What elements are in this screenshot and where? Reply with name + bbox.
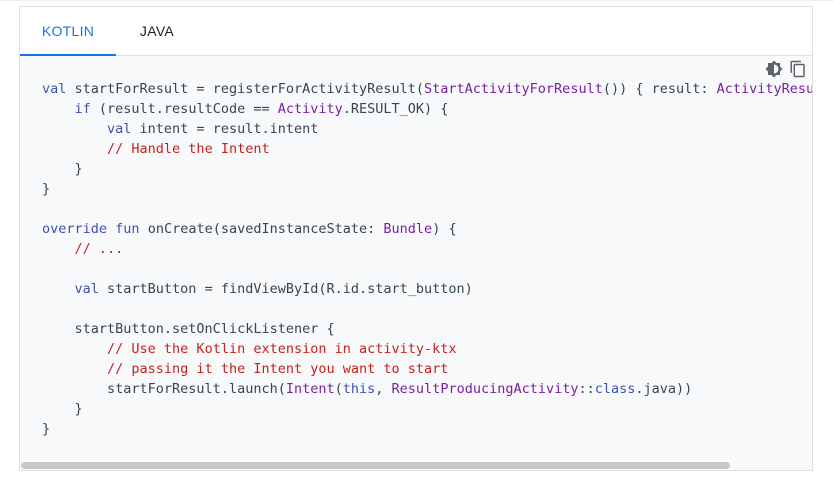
- code-token: fun: [115, 221, 140, 237]
- code-block[interactable]: val startForResult = registerForActivity…: [20, 56, 812, 470]
- tab-kotlin[interactable]: KOTLIN: [20, 7, 116, 56]
- code-token: ::: [578, 381, 595, 397]
- code-line: startForResult.launch(Intent(this, Resul…: [42, 379, 812, 399]
- code-token: ActivityResult: [716, 81, 813, 97]
- copy-icon[interactable]: [788, 59, 808, 79]
- code-token: }: [42, 181, 51, 197]
- code-token: override: [42, 221, 108, 237]
- code-line: }: [42, 179, 812, 199]
- code-line: }: [42, 419, 812, 439]
- code-line: val startForResult = registerForActivity…: [42, 79, 813, 99]
- code-line: }: [42, 399, 812, 419]
- code-text: val startForResult = registerForActivity…: [42, 79, 813, 439]
- code-token: (: [334, 381, 343, 397]
- code-line: }: [42, 159, 812, 179]
- code-token: val: [74, 281, 99, 297]
- scrollbar-thumb[interactable]: [21, 462, 730, 469]
- code-token: // ...: [74, 241, 124, 257]
- code-token: // passing it the Intent you want to sta…: [107, 361, 449, 377]
- code-token: }: [42, 421, 51, 437]
- code-token: startButton.setOnClickListener {: [42, 321, 335, 337]
- code-token: }: [42, 161, 83, 177]
- page-top-divider: [0, 0, 833, 1]
- code-toolbar: [764, 59, 808, 79]
- code-token: // Handle the Intent: [107, 141, 270, 157]
- code-token: StartActivityForResult: [424, 81, 603, 97]
- code-token: ResultProducingActivity: [391, 381, 579, 397]
- code-token: class: [594, 381, 636, 397]
- dark-mode-toggle-icon[interactable]: [764, 59, 784, 79]
- code-token: startForResult.launch(: [42, 381, 286, 397]
- code-token: onCreate(savedInstanceState:: [139, 221, 384, 237]
- code-token: Intent: [285, 381, 335, 397]
- code-token: ) {: [432, 221, 457, 237]
- code-line: // Use the Kotlin extension in activity-…: [42, 339, 812, 359]
- code-token: .java)): [635, 381, 693, 397]
- tab-java[interactable]: JAVA: [116, 7, 198, 55]
- code-token: if: [74, 101, 91, 117]
- code-line: if (result.resultCode == Activity.RESULT…: [42, 99, 812, 119]
- language-tab-bar: KOTLIN JAVA: [20, 7, 812, 56]
- code-token: intent = result.intent: [131, 121, 319, 137]
- code-line: // ...: [42, 239, 812, 259]
- code-token: ()) { result:: [602, 81, 717, 97]
- code-token: Bundle: [383, 221, 433, 237]
- code-line: // Handle the Intent: [42, 139, 812, 159]
- horizontal-scrollbar[interactable]: [20, 460, 812, 470]
- code-line: val startButton = findViewById(R.id.star…: [42, 279, 812, 299]
- code-line: // passing it the Intent you want to sta…: [42, 359, 812, 379]
- code-token: (result.resultCode ==: [90, 101, 278, 117]
- code-token: this: [342, 381, 376, 397]
- code-line: startButton.setOnClickListener {: [42, 319, 812, 339]
- code-token: val: [107, 121, 132, 137]
- code-token: // Use the Kotlin extension in activity-…: [107, 341, 457, 357]
- code-token: }: [42, 401, 83, 417]
- code-line: val intent = result.intent: [42, 119, 812, 139]
- code-token: startButton = findViewById(R.id.start_bu…: [98, 281, 473, 297]
- code-sample-card: KOTLIN JAVA val startForResult = registe…: [19, 6, 813, 471]
- code-token: ,: [375, 381, 392, 397]
- code-token: .RESULT_OK) {: [342, 101, 449, 117]
- code-token: val: [42, 81, 67, 97]
- code-line: override fun onCreate(savedInstanceState…: [42, 219, 812, 239]
- code-token: startForResult = registerForActivityResu…: [66, 81, 425, 97]
- code-token: Activity: [277, 101, 343, 117]
